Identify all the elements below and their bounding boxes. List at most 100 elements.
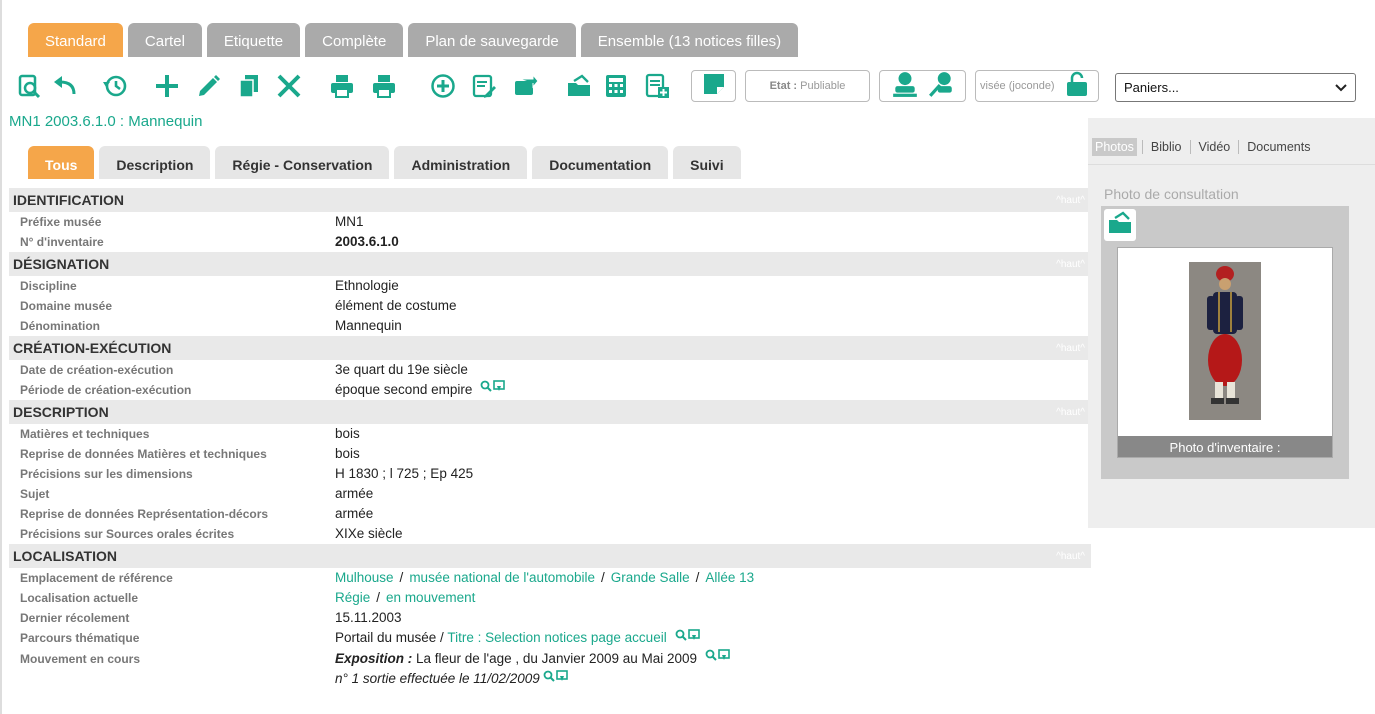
history-icon[interactable] xyxy=(100,71,130,101)
field-label: Dernier récolement xyxy=(20,611,130,626)
location-link[interactable]: Régie xyxy=(335,590,370,605)
section-tabs: Tous Description Régie - Conservation Ad… xyxy=(28,146,741,179)
field-row: Emplacement de référence Mulhouse / musée … xyxy=(9,568,1091,588)
divider xyxy=(1088,164,1375,165)
search-thesaurus-icon[interactable] xyxy=(480,380,506,400)
tab-video[interactable]: Vidéo xyxy=(1191,138,1239,156)
visee-field[interactable]: visée (joconde) xyxy=(975,70,1099,102)
field-row: N° d'inventaire 2003.6.1.0 xyxy=(9,232,1091,252)
location-link[interactable]: Grande Salle xyxy=(611,570,690,585)
calculator-icon[interactable] xyxy=(601,71,631,101)
field-row: Précisions sur Sources orales écrites XI… xyxy=(9,524,1091,544)
field-label: Précisions sur les dimensions xyxy=(20,467,193,482)
undo-icon[interactable] xyxy=(50,71,80,101)
tab-suivi[interactable]: Suivi xyxy=(673,146,741,179)
tab-cartel[interactable]: Cartel xyxy=(127,23,202,57)
field-label: Matières et techniques xyxy=(20,427,150,442)
field-label: Préfixe musée xyxy=(20,215,102,229)
field-row: Date de création-exécution 3e quart du 1… xyxy=(9,360,1091,380)
tab-plan-sauvegarde[interactable]: Plan de sauvegarde xyxy=(408,23,576,57)
tab-regie-conservation[interactable]: Régie - Conservation xyxy=(215,146,390,179)
inventory-number: 2003.6.1.0 xyxy=(335,234,399,249)
field-value: Ethnologie xyxy=(335,278,399,293)
field-label: Dénomination xyxy=(20,319,100,333)
field-value: XIXe siècle xyxy=(335,526,403,542)
back-to-top-link[interactable]: ^haut^ xyxy=(1056,343,1087,354)
chevron-down-icon xyxy=(1335,80,1347,95)
location-link[interactable]: Mulhouse xyxy=(335,570,394,585)
field-value: 15.11.2003 xyxy=(335,610,402,626)
note-icon xyxy=(701,71,727,102)
field-row: Préfixe musée MN1 xyxy=(9,212,1091,232)
field-label: Précisions sur Sources orales écrites xyxy=(20,527,235,542)
location-link[interactable]: Allée 13 xyxy=(705,570,754,585)
field-value: bois xyxy=(335,446,360,462)
open-folder-button[interactable] xyxy=(1104,209,1136,241)
back-to-top-link[interactable]: ^haut^ xyxy=(1056,551,1087,562)
delete-icon[interactable] xyxy=(274,71,304,101)
note-button[interactable] xyxy=(691,70,736,102)
tab-ensemble[interactable]: Ensemble (13 notices filles) xyxy=(580,23,799,57)
user-icon[interactable] xyxy=(891,70,919,103)
back-to-top-link[interactable]: ^haut^ xyxy=(1056,259,1087,270)
tab-biblio[interactable]: Biblio xyxy=(1143,138,1190,156)
edit-icon[interactable] xyxy=(194,71,224,101)
tab-standard[interactable]: Standard xyxy=(28,23,123,57)
copy-icon[interactable] xyxy=(234,71,264,101)
field-value: bois xyxy=(335,426,360,442)
tab-documentation[interactable]: Documentation xyxy=(532,146,669,179)
field-value: H 1830 ; l 725 ; Ep 425 xyxy=(335,466,474,482)
user-buttons xyxy=(879,70,966,102)
print-alt-icon[interactable] xyxy=(369,71,399,101)
field-row: Dénomination Mannequin xyxy=(9,316,1091,336)
field-row: Sujet armée xyxy=(9,484,1091,504)
tab-complete[interactable]: Complète xyxy=(305,23,404,57)
exposition-label: Exposition : xyxy=(335,650,413,666)
edit-list-icon[interactable] xyxy=(469,71,499,101)
field-row: Localisation actuelle Régie / en mouvement xyxy=(9,588,1091,608)
tab-description[interactable]: Description xyxy=(99,146,211,179)
etat-field[interactable]: Etat : Publiable xyxy=(745,70,870,102)
tab-photos[interactable]: Photos xyxy=(1092,138,1137,156)
field-label: Date de création-exécution xyxy=(20,363,174,377)
add-circle-icon[interactable] xyxy=(428,71,458,101)
mannequin-photo[interactable] xyxy=(1189,262,1261,420)
etat-value: Publiable xyxy=(800,80,846,92)
print-icon[interactable] xyxy=(327,71,357,101)
paniers-select[interactable]: Paniers... xyxy=(1115,73,1356,102)
section-creation: CRÉATION-EXÉCUTION ^haut^ xyxy=(9,336,1091,360)
search-thesaurus-icon[interactable] xyxy=(543,669,569,690)
location-link[interactable]: en mouvement xyxy=(386,590,475,605)
back-to-top-link[interactable]: ^haut^ xyxy=(1056,407,1087,418)
field-value: armée xyxy=(335,506,374,522)
user-search-icon[interactable] xyxy=(927,70,955,103)
tab-tous[interactable]: Tous xyxy=(28,146,95,179)
left-border xyxy=(0,0,2,714)
lock-icon[interactable] xyxy=(1066,71,1088,102)
view-tabs: Standard Cartel Etiquette Complète Plan … xyxy=(28,23,799,57)
open-folder-icon[interactable] xyxy=(564,71,594,101)
location-link[interactable]: musée national de l'automobile xyxy=(409,570,595,585)
field-row: Dernier récolement 15.11.2003 xyxy=(9,608,1091,628)
back-to-top-link[interactable]: ^haut^ xyxy=(1056,195,1087,206)
section-title: IDENTIFICATION xyxy=(13,192,124,208)
document-add-icon[interactable] xyxy=(642,71,672,101)
section-title: DESCRIPTION xyxy=(13,404,109,421)
add-icon[interactable] xyxy=(152,71,182,101)
field-row: Discipline Ethnologie xyxy=(9,276,1091,296)
search-thesaurus-icon[interactable] xyxy=(675,629,701,649)
field-value: armée xyxy=(335,486,374,502)
tab-etiquette[interactable]: Etiquette xyxy=(206,23,301,57)
search-thesaurus-icon[interactable] xyxy=(705,649,731,669)
transfer-icon[interactable] xyxy=(511,71,541,101)
parcours-link[interactable]: Titre : Selection notices page accueil xyxy=(447,630,666,645)
section-title: DÉSIGNATION xyxy=(13,256,110,272)
tab-administration[interactable]: Administration xyxy=(394,146,528,179)
search-document-icon[interactable] xyxy=(14,71,44,101)
paniers-value: Paniers... xyxy=(1124,80,1179,95)
field-row: Parcours thématique Portail du musée / T… xyxy=(9,628,1091,648)
photo-frame[interactable]: Photo d'inventaire : xyxy=(1117,247,1333,458)
tab-documents[interactable]: Documents xyxy=(1239,138,1318,156)
section-identification: IDENTIFICATION ^haut^ xyxy=(9,188,1091,212)
field-label: Discipline xyxy=(20,279,77,293)
